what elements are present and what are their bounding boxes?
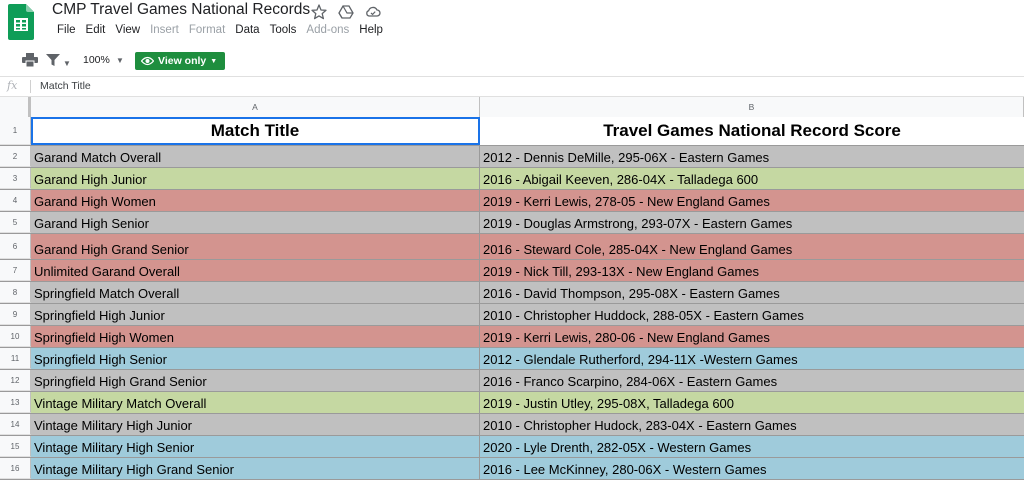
column-header-a[interactable]: A: [31, 97, 480, 117]
cell-record-score[interactable]: 2016 - Steward Cole, 285-04X - New Engla…: [480, 234, 1024, 259]
row-number[interactable]: 6: [0, 234, 31, 259]
row-number[interactable]: 16: [0, 458, 31, 479]
cell-match-title[interactable]: Garand High Grand Senior: [31, 234, 480, 259]
header-row: 1 Match Title Travel Games National Record…: [0, 117, 1024, 146]
row-number[interactable]: 12: [0, 370, 31, 391]
fx-icon: fx: [7, 79, 18, 92]
cell-match-title[interactable]: Garand Match Overall: [31, 146, 480, 167]
title-bar: CMP Travel Games National Records File E…: [0, 0, 1024, 44]
print-icon[interactable]: [22, 53, 38, 67]
star-icon[interactable]: [310, 3, 328, 21]
row-number[interactable]: 4: [0, 190, 31, 211]
row-number[interactable]: 13: [0, 392, 31, 413]
menu-add-ons[interactable]: Add-ons: [301, 24, 354, 36]
cell-match-title[interactable]: Springfield High Junior: [31, 304, 480, 325]
menu-data[interactable]: Data: [230, 24, 264, 36]
table-row: 12 Springfield High Grand Senior 2016 - Fr…: [0, 370, 1024, 392]
menu-format[interactable]: Format: [184, 24, 230, 36]
menu-edit[interactable]: Edit: [81, 24, 111, 36]
menu-tools[interactable]: Tools: [265, 24, 302, 36]
row-number[interactable]: 3: [0, 168, 31, 189]
row-number[interactable]: 14: [0, 414, 31, 435]
cell-match-title[interactable]: Springfield Match Overall: [31, 282, 480, 303]
menu-help[interactable]: Help: [354, 24, 388, 36]
cell-record-score[interactable]: 2019 - Nick Till, 293-13X - New England …: [480, 260, 1024, 281]
document-title[interactable]: CMP Travel Games National Records: [52, 1, 310, 19]
row-number[interactable]: 9: [0, 304, 31, 325]
menu-insert[interactable]: Insert: [145, 24, 184, 36]
cloud-saved-icon[interactable]: [364, 3, 382, 21]
table-row: 10 Springfield High Women 2019 - Kerri Lew…: [0, 326, 1024, 348]
cell-record-score[interactable]: 2012 - Dennis DeMille, 295-06X - Eastern…: [480, 146, 1024, 167]
cell-match-title[interactable]: Vintage Military Match Overall: [31, 392, 480, 413]
menu-view[interactable]: View: [110, 24, 145, 36]
cell-b1-header[interactable]: Travel Games National Record Score: [480, 117, 1024, 145]
drive-status-icon[interactable]: [337, 3, 355, 21]
view-only-caret-icon: ▼: [210, 57, 218, 65]
table-row: 2 Garand Match Overall 2012 - Dennis DeMil…: [0, 146, 1024, 168]
column-header-row: A B: [0, 97, 1024, 118]
table-row: 9 Springfield High Junior 2010 - Christoph…: [0, 304, 1024, 326]
table-row: 4 Garand High Women 2019 - Kerri Lewis, 27…: [0, 190, 1024, 212]
cell-match-title[interactable]: Garand High Women: [31, 190, 480, 211]
table-row: 16 Vintage Military High Grand Senior 2016…: [0, 458, 1024, 480]
cell-record-score[interactable]: 2016 - David Thompson, 295-08X - Eastern…: [480, 282, 1024, 303]
cell-record-score[interactable]: 2012 - Glendale Rutherford, 294-11X -Wes…: [480, 348, 1024, 369]
cell-record-score[interactable]: 2020 - Lyle Drenth, 282-05X - Western Ga…: [480, 436, 1024, 457]
cell-a1-header[interactable]: Match Title: [31, 117, 480, 145]
formula-bar: fx Match Title: [0, 77, 1024, 97]
table-row: 15 Vintage Military High Senior 2020 - Lyl…: [0, 436, 1024, 458]
filter-icon[interactable]: [46, 54, 60, 67]
cell-match-title[interactable]: Vintage Military High Senior: [31, 436, 480, 457]
cell-match-title[interactable]: Springfield High Women: [31, 326, 480, 347]
cell-record-score[interactable]: 2019 - Douglas Armstrong, 293-07X - East…: [480, 212, 1024, 233]
cell-record-score[interactable]: 2019 - Justin Utley, 295-08X, Talladega …: [480, 392, 1024, 413]
zoom-select[interactable]: 100%: [83, 54, 110, 66]
table-row: 13 Vintage Military Match Overall 2019 - J…: [0, 392, 1024, 414]
table-row: 8 Springfield Match Overall 2016 - David T…: [0, 282, 1024, 304]
cell-record-score[interactable]: 2010 - Christopher Huddock, 288-05X - Ea…: [480, 304, 1024, 325]
select-all-corner[interactable]: [0, 97, 31, 117]
row-number[interactable]: 10: [0, 326, 31, 347]
cell-record-score[interactable]: 2016 - Abigail Keeven, 286-04X - Tallade…: [480, 168, 1024, 189]
cell-match-title[interactable]: Vintage Military High Junior: [31, 414, 480, 435]
filter-dropdown-icon[interactable]: ▼: [63, 59, 71, 68]
formula-separator: [30, 80, 31, 93]
table-row: 7 Unlimited Garand Overall 2019 - Nick Til…: [0, 260, 1024, 282]
view-only-label: View only: [158, 55, 207, 67]
zoom-dropdown-icon[interactable]: ▼: [116, 56, 124, 65]
view-only-button[interactable]: View only ▼: [135, 52, 226, 70]
table-row: 14 Vintage Military High Junior 2010 - Chr…: [0, 414, 1024, 436]
eye-icon: [141, 56, 154, 66]
cell-match-title[interactable]: Springfield High Senior: [31, 348, 480, 369]
cell-match-title[interactable]: Vintage Military High Grand Senior: [31, 458, 480, 479]
row-number[interactable]: 8: [0, 282, 31, 303]
cell-match-title[interactable]: Springfield High Grand Senior: [31, 370, 480, 391]
row-number[interactable]: 15: [0, 436, 31, 457]
cell-record-score[interactable]: 2010 - Christopher Hudock, 283-04X - Eas…: [480, 414, 1024, 435]
table-row: 5 Garand High Senior 2019 - Douglas Armstr…: [0, 212, 1024, 234]
cell-record-score[interactable]: 2019 - Kerri Lewis, 278-05 - New England…: [480, 190, 1024, 211]
table-row: 6 Garand High Grand Senior 2016 - Steward …: [0, 234, 1024, 260]
menu-file[interactable]: File: [52, 24, 81, 36]
menu-bar: File Edit View Insert Format Data Tools …: [52, 24, 388, 36]
row-number[interactable]: 2: [0, 146, 31, 167]
table-row: 3 Garand High Junior 2016 - Abigail Keeven…: [0, 168, 1024, 190]
cell-record-score[interactable]: 2016 - Lee McKinney, 280-06X - Western G…: [480, 458, 1024, 479]
row-number[interactable]: 11: [0, 348, 31, 369]
formula-input[interactable]: Match Title: [40, 80, 91, 92]
row-number[interactable]: 5: [0, 212, 31, 233]
row-number[interactable]: 1: [0, 117, 31, 145]
row-number[interactable]: 7: [0, 260, 31, 281]
cell-match-title[interactable]: Garand High Senior: [31, 212, 480, 233]
column-header-b[interactable]: B: [480, 97, 1024, 117]
sheets-logo-icon[interactable]: [8, 4, 34, 40]
table-row: 11 Springfield High Senior 2012 - Glendale…: [0, 348, 1024, 370]
cell-record-score[interactable]: 2016 - Franco Scarpino, 284-06X - Easter…: [480, 370, 1024, 391]
cell-record-score[interactable]: 2019 - Kerri Lewis, 280-06 - New England…: [480, 326, 1024, 347]
cell-match-title[interactable]: Garand High Junior: [31, 168, 480, 189]
cell-match-title[interactable]: Unlimited Garand Overall: [31, 260, 480, 281]
